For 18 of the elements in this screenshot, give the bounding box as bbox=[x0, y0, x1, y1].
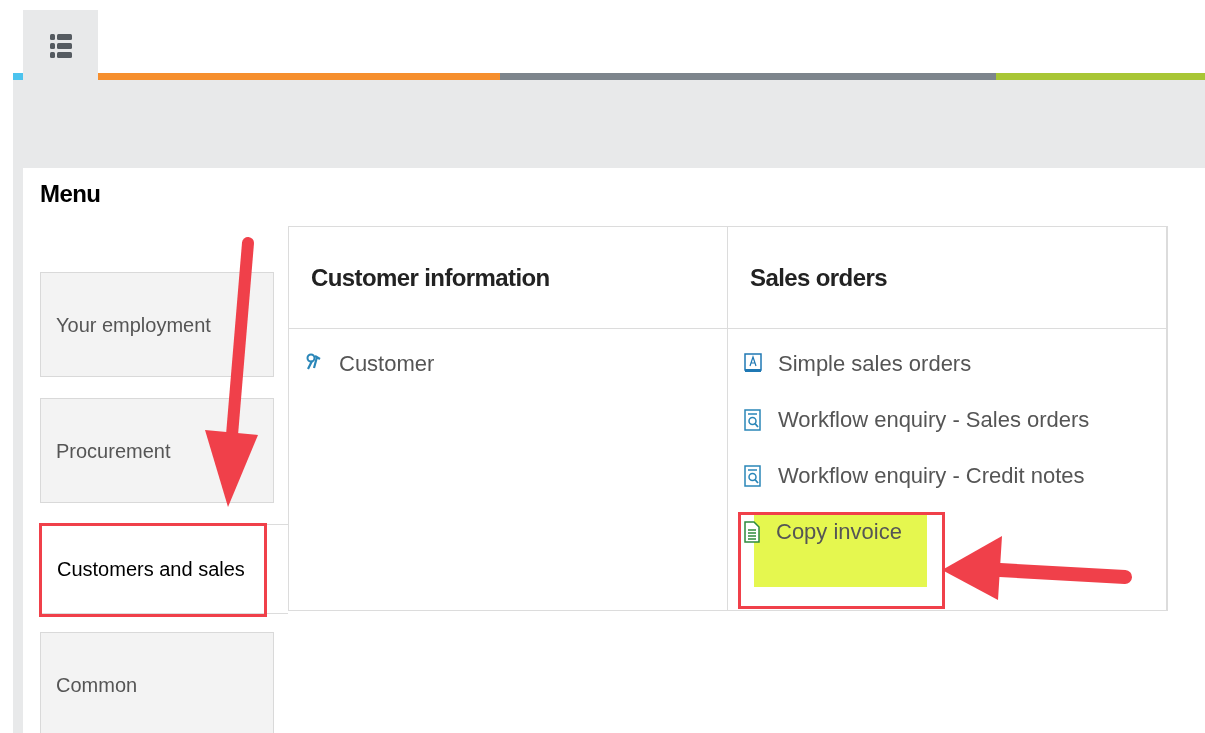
form-icon bbox=[744, 353, 762, 373]
menu-link[interactable]: Workflow enquiry - Credit notes bbox=[744, 465, 1166, 487]
column-heading: Sales orders bbox=[750, 262, 887, 293]
sidebar-item[interactable]: Your employment bbox=[40, 272, 274, 377]
sidebar-item[interactable]: Procurement bbox=[40, 398, 274, 503]
search-document-icon bbox=[744, 409, 762, 431]
menu-link[interactable]: Copy invoice bbox=[744, 521, 1166, 543]
sidebar-item[interactable]: Customers and sales bbox=[40, 524, 288, 614]
column-heading: Customer information bbox=[311, 262, 550, 293]
tools-icon bbox=[305, 353, 323, 371]
menu-link[interactable]: Customer bbox=[305, 353, 727, 375]
menu-link[interactable]: Simple sales orders bbox=[744, 353, 1166, 375]
document-icon bbox=[744, 521, 760, 543]
search-document-icon bbox=[744, 465, 762, 487]
sidebar-item[interactable]: Common bbox=[40, 632, 274, 733]
menu-title: Menu bbox=[40, 179, 102, 209]
menu-link[interactable]: Workflow enquiry - Sales orders bbox=[744, 409, 1166, 431]
menu-tab[interactable] bbox=[23, 10, 98, 80]
